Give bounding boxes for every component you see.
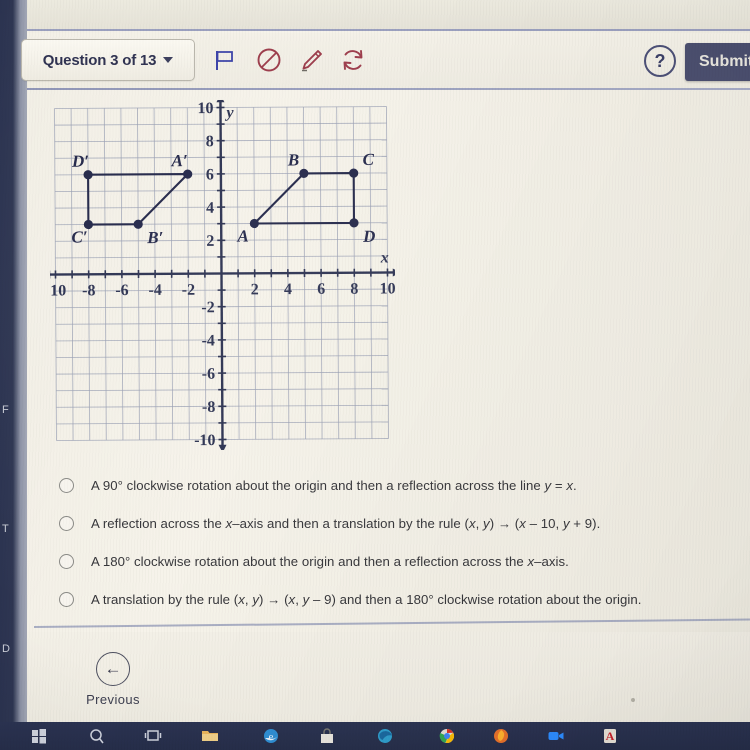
firefox-icon[interactable] xyxy=(490,725,512,747)
y-tick-label: 2 xyxy=(206,233,214,250)
answer-option[interactable]: A 180° clockwise rotation about the orig… xyxy=(55,542,745,580)
x-tick-label: -2 xyxy=(182,282,195,299)
background-window-letter: F xyxy=(2,404,9,416)
answer-options-list: A 90° clockwise rotation about the origi… xyxy=(55,466,745,618)
submit-button[interactable]: Submit xyxy=(685,43,750,81)
y-tick-label: 8 xyxy=(206,133,214,150)
y-tick-label: 10 xyxy=(197,100,213,117)
answer-option-label: A 90° clockwise rotation about the origi… xyxy=(91,477,577,493)
x-tick-label: 6 xyxy=(317,281,325,298)
answer-option[interactable]: A reflection across the x–axis and then … xyxy=(55,504,745,542)
y-tick-label: 4 xyxy=(206,200,214,217)
radio-button[interactable] xyxy=(59,553,74,569)
x-tick-label: -4 xyxy=(148,282,161,299)
y-tick-label: -8 xyxy=(202,399,215,416)
x-tick-label: 4 xyxy=(284,281,292,298)
flag-icon[interactable] xyxy=(205,38,245,82)
windows-taskbar: eA xyxy=(0,722,750,750)
footer-bar: ← Previous xyxy=(27,632,750,722)
header-divider xyxy=(27,88,750,90)
acrobat-icon[interactable]: A xyxy=(599,725,621,747)
chrome-icon[interactable] xyxy=(436,725,458,747)
y-tick-label: -10 xyxy=(194,432,215,449)
microsoft-store-icon[interactable] xyxy=(316,725,338,747)
vertex-label: C′ xyxy=(71,228,87,247)
x-tick-label: 10 xyxy=(380,280,396,297)
zoom-icon[interactable] xyxy=(545,725,567,747)
vertex-point xyxy=(183,169,193,179)
answer-option[interactable]: A 90° clockwise rotation about the origi… xyxy=(55,466,745,504)
file-explorer-icon[interactable] xyxy=(199,725,221,747)
radio-button[interactable] xyxy=(59,477,74,493)
vertex-label: B′ xyxy=(146,228,163,247)
x-axis-label: x xyxy=(380,249,389,266)
vertex-point xyxy=(83,170,93,180)
start-icon[interactable] xyxy=(28,725,50,747)
graph-point-labels: A B C D A′ B′ C′ D′ xyxy=(71,150,375,247)
question-selector-label: Question 3 of 13 xyxy=(42,51,157,69)
edge-icon[interactable] xyxy=(374,725,396,747)
y-tick-label: 6 xyxy=(206,166,214,183)
internet-explorer-icon[interactable]: e xyxy=(260,725,282,747)
task-view-icon[interactable] xyxy=(142,725,164,747)
top-strip xyxy=(27,0,750,31)
x-tick-label: 8 xyxy=(350,281,358,298)
vertex-label: D xyxy=(362,227,375,246)
chevron-down-icon xyxy=(163,57,174,63)
question-selector-dropdown[interactable]: Question 3 of 13 xyxy=(21,39,195,81)
radio-button[interactable] xyxy=(59,591,74,607)
background-window-letter: T xyxy=(2,523,9,535)
previous-button-label: Previous xyxy=(86,692,140,707)
x-tick-label: -6 xyxy=(115,282,128,299)
vertex-label: A xyxy=(236,227,248,246)
vertex-point xyxy=(299,168,309,179)
vertex-point xyxy=(349,168,359,178)
x-tick-label: 2 xyxy=(251,281,259,298)
vertex-point xyxy=(249,218,259,229)
footer-dot xyxy=(631,698,635,702)
strike-icon[interactable] xyxy=(249,38,289,82)
arrow-left-icon: ← xyxy=(96,652,130,686)
vertex-label: A′ xyxy=(171,151,188,170)
coordinate-graph: -10 -8 -6 -4 -2 2 4 6 8 10 10 8 6 4 2 -2 -4 -6 -8 -10 ABCDA… xyxy=(48,98,397,452)
y-axis-label: y xyxy=(224,104,234,121)
answer-option-label: A 180° clockwise rotation about the orig… xyxy=(91,553,569,569)
answer-option-label: A reflection across the x–axis and then … xyxy=(91,515,601,531)
vertex-point xyxy=(133,219,143,229)
header-toolbar: Question 3 of 13 ? Submit xyxy=(21,33,750,88)
x-tick-label: -8 xyxy=(82,282,95,299)
refresh-icon[interactable] xyxy=(333,38,373,82)
graph-axes xyxy=(48,98,397,452)
vertex-label: B xyxy=(287,150,299,169)
search-icon[interactable] xyxy=(86,725,108,747)
y-tick-label: -6 xyxy=(202,366,215,383)
vertex-point xyxy=(349,218,359,228)
y-tick-label: -4 xyxy=(202,332,215,349)
svg-text:A: A xyxy=(606,729,615,743)
background-window-letter: D xyxy=(2,643,10,655)
answer-option[interactable]: A translation by the rule (x, y) → (x, y… xyxy=(55,580,745,618)
help-icon[interactable]: ? xyxy=(644,45,676,77)
radio-button[interactable] xyxy=(59,515,74,531)
answer-option-label: A translation by the rule (x, y) → (x, y… xyxy=(91,591,642,607)
x-tick-label: -10 xyxy=(49,282,66,299)
vertex-label: D′ xyxy=(71,152,89,171)
svg-text:e: e xyxy=(269,731,274,743)
pencil-icon[interactable] xyxy=(291,38,331,82)
vertex-label: C xyxy=(363,150,375,169)
previous-button[interactable]: ← Previous xyxy=(63,652,163,707)
y-tick-label: -2 xyxy=(201,299,214,316)
graph-svg: -10 -8 -6 -4 -2 2 4 6 8 10108642-2-4-6-8-10 AB CDA… xyxy=(48,98,397,452)
